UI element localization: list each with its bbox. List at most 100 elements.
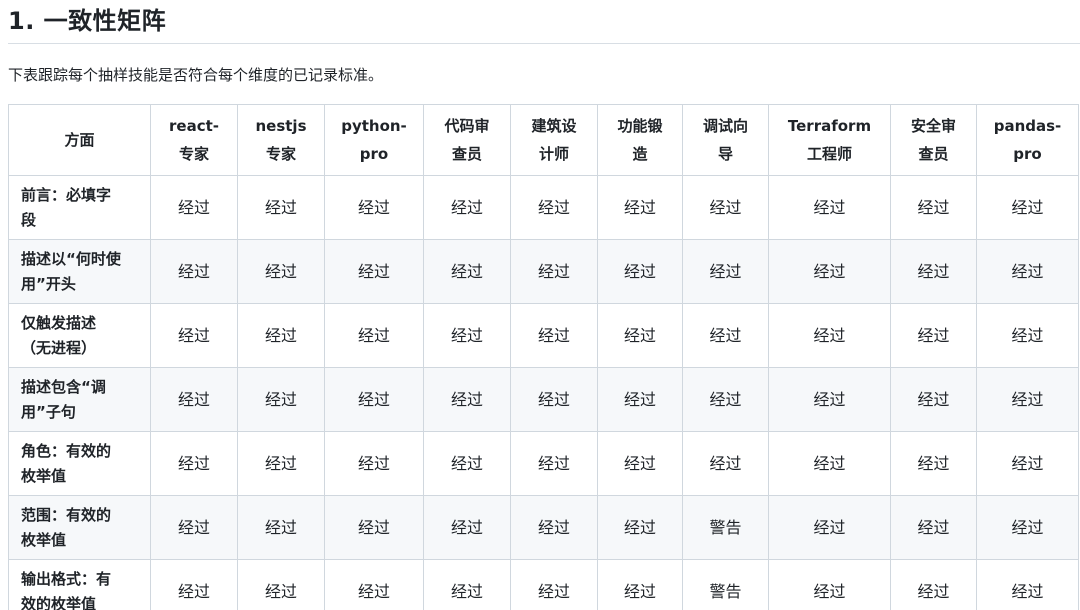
status-cell: 经过 xyxy=(682,367,769,432)
column-header-skill: 安全审 查员 xyxy=(890,104,977,176)
status-cell: 经过 xyxy=(682,431,769,496)
status-cell: 经过 xyxy=(510,175,598,240)
status-cell: 经过 xyxy=(423,559,511,610)
column-header-skill: 代码审 查员 xyxy=(423,104,511,176)
table-header-row: 方面 react- 专家 nestjs 专家 python-pro 代码审 查员 建筑设 计师 功能… xyxy=(8,104,1079,176)
status-pass-text: 经过 xyxy=(709,262,742,281)
status-cell: 经过 xyxy=(324,367,424,432)
status-cell: 经过 xyxy=(510,495,598,560)
status-cell: 经过 xyxy=(324,559,424,610)
status-cell: 经过 xyxy=(768,303,891,368)
column-header-skill: pandas-pro xyxy=(976,104,1079,176)
status-cell: 经过 xyxy=(682,175,769,240)
status-cell: 经过 xyxy=(150,239,238,304)
status-cell: 经过 xyxy=(237,367,325,432)
status-pass-text: 经过 xyxy=(917,390,950,409)
status-cell: 经过 xyxy=(976,431,1079,496)
status-pass-text: 经过 xyxy=(357,262,390,281)
status-pass-text: 经过 xyxy=(264,518,297,537)
status-pass-text: 经过 xyxy=(264,262,297,281)
status-cell: 经过 xyxy=(890,431,977,496)
status-cell: 经过 xyxy=(976,495,1079,560)
status-cell: 经过 xyxy=(682,303,769,368)
status-cell: 经过 xyxy=(768,431,891,496)
status-cell: 经过 xyxy=(237,239,325,304)
status-cell: 经过 xyxy=(237,559,325,610)
status-pass-text: 经过 xyxy=(1011,390,1044,409)
status-pass-text: 经过 xyxy=(177,454,210,473)
status-pass-text: 经过 xyxy=(1011,198,1044,217)
status-cell: 警告 xyxy=(682,495,769,560)
heading-divider xyxy=(8,43,1080,44)
row-dimension-label: 范围：有效的 枚举值 xyxy=(8,495,151,560)
status-pass-text: 经过 xyxy=(813,262,846,281)
status-pass-text: 经过 xyxy=(623,454,656,473)
status-cell: 经过 xyxy=(150,303,238,368)
status-pass-text: 经过 xyxy=(1011,262,1044,281)
table-row: 描述以“何时使 用”开头 经过 经过 经过 经过 经过 经过 经过 经过 经过 经过 xyxy=(8,239,1079,304)
status-cell: 经过 xyxy=(890,175,977,240)
status-pass-text: 经过 xyxy=(177,262,210,281)
status-cell: 经过 xyxy=(768,367,891,432)
row-dimension-label: 描述包含“调 用”子句 xyxy=(8,367,151,432)
row-dimension-label: 描述以“何时使 用”开头 xyxy=(8,239,151,304)
table-body: 前言：必填字段经过 经过 经过 经过 经过 经过 经过 经过 经过 经过 描述以“何时使 用”开头 经过… xyxy=(8,175,1079,610)
status-cell: 经过 xyxy=(597,175,683,240)
status-pass-text: 经过 xyxy=(917,262,950,281)
status-pass-text: 经过 xyxy=(450,518,483,537)
status-cell: 经过 xyxy=(423,303,511,368)
status-pass-text: 经过 xyxy=(264,390,297,409)
status-cell: 经过 xyxy=(597,559,683,610)
status-cell: 经过 xyxy=(324,431,424,496)
status-cell: 经过 xyxy=(890,303,977,368)
status-pass-text: 经过 xyxy=(917,582,950,601)
document-page: 1. 一致性矩阵 下表跟踪每个抽样技能是否符合每个维度的已记录标准。 方面 rea… xyxy=(0,0,1080,610)
status-cell: 经过 xyxy=(150,367,238,432)
column-header-skill: python-pro xyxy=(324,104,424,176)
status-cell: 经过 xyxy=(976,367,1079,432)
status-cell: 经过 xyxy=(597,303,683,368)
status-pass-text: 经过 xyxy=(450,262,483,281)
column-header-skill: 建筑设 计师 xyxy=(510,104,598,176)
column-header-skill: Terraform 工程师 xyxy=(768,104,891,176)
column-header-skill: react- 专家 xyxy=(150,104,238,176)
status-pass-text: 经过 xyxy=(623,518,656,537)
status-pass-text: 经过 xyxy=(623,582,656,601)
status-warning-text: 警告 xyxy=(709,582,742,601)
status-pass-text: 经过 xyxy=(450,326,483,345)
table-row: 描述包含“调 用”子句 经过 经过 经过 经过 经过 经过 经过 经过 经过 经过 xyxy=(8,367,1079,432)
status-cell: 经过 xyxy=(976,175,1079,240)
status-pass-text: 经过 xyxy=(357,582,390,601)
status-cell: 经过 xyxy=(890,559,977,610)
status-cell: 经过 xyxy=(150,559,238,610)
status-cell: 经过 xyxy=(150,175,238,240)
status-pass-text: 经过 xyxy=(264,198,297,217)
column-header-skill: 调试向导 xyxy=(682,104,769,176)
status-cell: 经过 xyxy=(150,495,238,560)
status-pass-text: 经过 xyxy=(813,198,846,217)
status-cell: 经过 xyxy=(890,495,977,560)
status-cell: 经过 xyxy=(324,175,424,240)
status-cell: 经过 xyxy=(976,303,1079,368)
status-cell: 经过 xyxy=(768,239,891,304)
status-cell: 经过 xyxy=(423,239,511,304)
status-pass-text: 经过 xyxy=(917,454,950,473)
status-cell: 经过 xyxy=(423,367,511,432)
status-cell: 经过 xyxy=(237,495,325,560)
status-pass-text: 经过 xyxy=(917,518,950,537)
status-warning-text: 警告 xyxy=(709,518,742,537)
status-pass-text: 经过 xyxy=(917,326,950,345)
column-header-skill: nestjs 专家 xyxy=(237,104,325,176)
status-pass-text: 经过 xyxy=(450,582,483,601)
status-pass-text: 经过 xyxy=(537,582,570,601)
status-pass-text: 经过 xyxy=(450,454,483,473)
status-pass-text: 经过 xyxy=(264,582,297,601)
conformance-table-container: 方面 react- 专家 nestjs 专家 python-pro 代码审 查员 建筑设 计师 功能… xyxy=(8,104,1080,610)
status-cell: 经过 xyxy=(682,239,769,304)
status-pass-text: 经过 xyxy=(537,454,570,473)
status-pass-text: 经过 xyxy=(537,390,570,409)
status-cell: 警告 xyxy=(682,559,769,610)
status-pass-text: 经过 xyxy=(177,326,210,345)
status-cell: 经过 xyxy=(423,495,511,560)
table-row: 范围：有效的 枚举值 经过 经过 经过 经过 经过 经过 警告 经过 经过 经过 xyxy=(8,495,1079,560)
